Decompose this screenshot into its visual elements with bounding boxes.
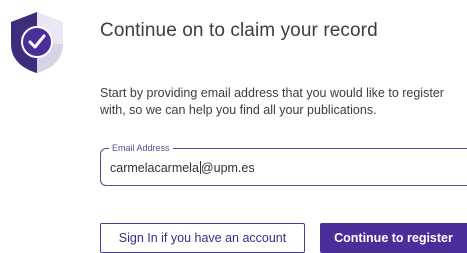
email-input[interactable]: carmelacarmela @upm.es [110,161,255,175]
email-value-part-2: @upm.es [200,161,255,175]
description-text: Start by providing email address that yo… [100,86,444,117]
email-field-label: Email Address [109,142,173,154]
shield-check-icon [8,10,66,74]
page-title: Continue on to claim your record [100,20,378,41]
email-field[interactable]: Email Address carmelacarmela @upm.es [100,142,467,186]
email-value-part-1: carmelacarmela [110,161,199,175]
